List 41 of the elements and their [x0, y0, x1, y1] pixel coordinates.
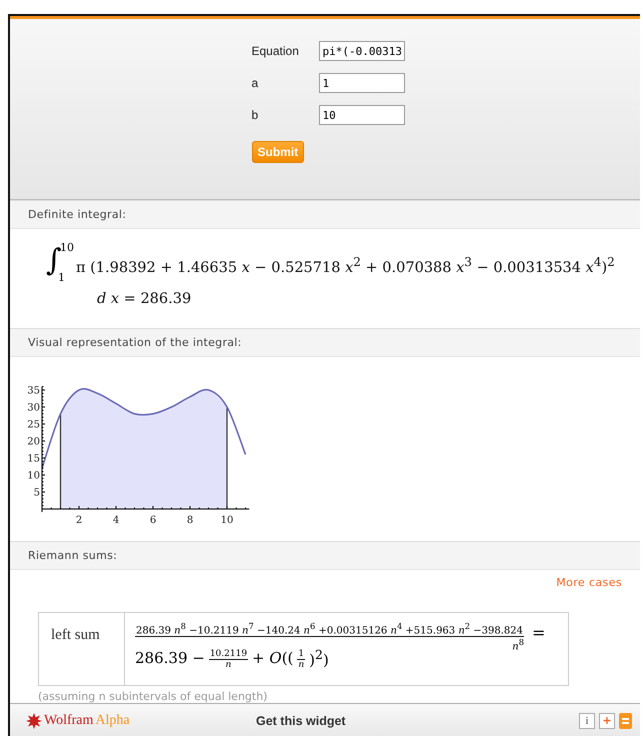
- y-tick-label: 30: [27, 402, 40, 414]
- big-o-term: + O((: [252, 649, 294, 668]
- x-tick-label: 8: [186, 515, 194, 526]
- y-tick-label: 10: [27, 470, 40, 482]
- denominator: n$^{8}$: [512, 637, 524, 653]
- equals-sign: =: [532, 623, 546, 642]
- y-tick-label: 35: [27, 386, 40, 396]
- y-tick-label: 15: [27, 454, 40, 464]
- x-tick-label: 2: [76, 515, 82, 526]
- note-text: (assuming n subintervals of equal length): [38, 690, 268, 703]
- y-tick-label: 5: [34, 488, 40, 498]
- numerator: 286.39 n$^{8}$ −10.2119 n$^{7}$ −140.24 n$^{6}$ +0.00315126 n$^{4}$ +515.963 n$^{2}$ −398.824: [135, 621, 524, 638]
- get-widget-link[interactable]: Get this widget: [256, 714, 346, 728]
- field-label: Equation: [252, 44, 300, 58]
- leading-term: 286.39 −: [135, 649, 205, 668]
- input-field[interactable]: 10: [318, 105, 404, 125]
- section-title: Definite integral:: [28, 208, 126, 221]
- closing-term: )$^{2}$): [309, 647, 329, 670]
- brand-accent: Alpha: [95, 713, 130, 729]
- brand-name: Wolfram: [44, 713, 94, 729]
- y-tick-label: 25: [27, 420, 40, 430]
- y-tick-label: 20: [27, 436, 40, 448]
- field-label: a: [252, 76, 260, 90]
- fraction-denominator: n: [298, 660, 304, 670]
- section-title: Visual representation of the integral:: [28, 336, 242, 349]
- section-title: Riemann sums:: [28, 549, 118, 562]
- field-label: b: [252, 108, 260, 122]
- integral-result: d x = 286.39: [97, 291, 192, 307]
- footer-button[interactable]: i: [579, 713, 595, 729]
- integrand: π (1.98392 + 1.46635 x − 0.525718 x$^{2}$ + 0.070388 x$^{3}$ − 0.00313534 x$^{4}$)$^{2}$: [76, 254, 615, 276]
- star-logo-icon: [26, 713, 42, 729]
- row-label: left sum: [39, 613, 125, 685]
- minimize-icon[interactable]: [619, 713, 632, 729]
- x-tick-label: 6: [150, 515, 156, 526]
- x-tick-label: 4: [112, 515, 120, 526]
- input-field[interactable]: 1: [318, 73, 404, 93]
- upper-limit: 10: [60, 241, 74, 254]
- fraction-numerator: 10.2119: [208, 648, 248, 660]
- fraction-denominator: n: [226, 660, 232, 670]
- x-tick-label: 10: [220, 515, 234, 526]
- fraction-numerator: 1: [297, 648, 306, 660]
